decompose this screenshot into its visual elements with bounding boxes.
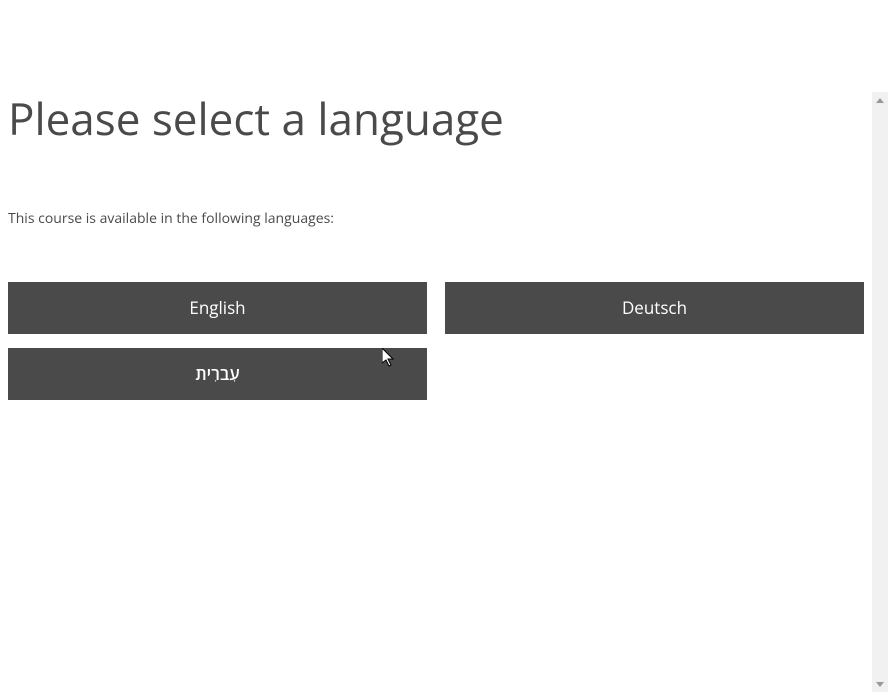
scrollbar-track[interactable]: [872, 92, 888, 692]
language-button-deutsch[interactable]: Deutsch: [445, 282, 864, 334]
chevron-up-icon: [876, 98, 884, 103]
page-title: Please select a language: [8, 92, 864, 145]
chevron-down-icon: [876, 682, 884, 687]
scrollbar-down-button[interactable]: [872, 676, 888, 692]
language-button-hebrew[interactable]: עִברִית: [8, 348, 427, 400]
language-button-grid: English Deutsch עִברִית: [8, 282, 864, 400]
scrollbar-up-button[interactable]: [872, 92, 888, 108]
language-button-english[interactable]: English: [8, 282, 427, 334]
subtitle-text: This course is available in the followin…: [8, 209, 864, 228]
